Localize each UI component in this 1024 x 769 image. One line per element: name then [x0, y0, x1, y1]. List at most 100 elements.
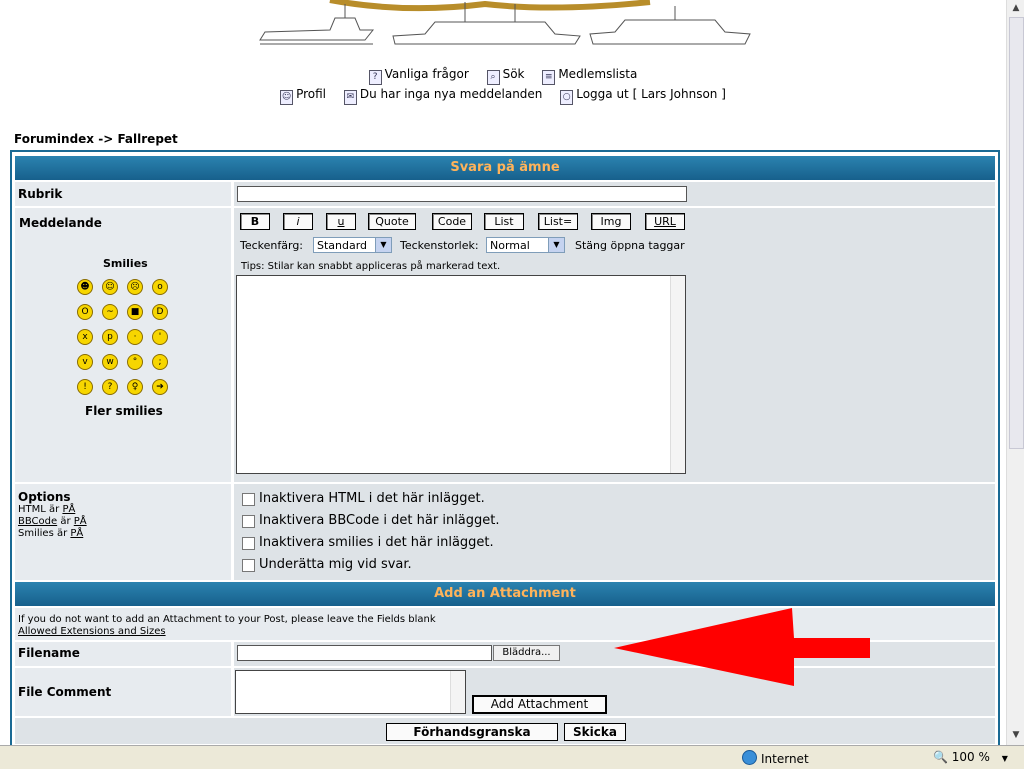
smiley-crying-icon[interactable]: '	[152, 329, 168, 345]
preview-button[interactable]: Förhandsgranska	[386, 723, 558, 741]
disable-bbcode-checkbox[interactable]	[242, 515, 255, 528]
smiley-razz-icon[interactable]: p	[102, 329, 118, 345]
attachment-info: If you do not want to add an Attachment …	[18, 614, 436, 638]
filename-label-cell: Filename	[15, 642, 231, 666]
underline-button[interactable]: u	[326, 213, 356, 230]
file-comment-label: File Comment	[18, 685, 112, 699]
inbox-icon: ✉	[343, 90, 357, 105]
zoom-control[interactable]: 🔍 100 % ▼	[933, 750, 1008, 764]
smilies-label: Smilies	[103, 257, 148, 270]
options-checkboxes-cell: Inaktivera HTML i det här inlägget. Inak…	[234, 484, 995, 580]
font-color-label: Teckenfärg:	[240, 239, 304, 252]
smiley-big-grin-icon[interactable]: ☻	[77, 279, 93, 295]
message-label-cell: Meddelande Smilies ☻ ☺ ☹ o O ~ ■ D x p ·…	[15, 208, 231, 482]
smiley-cool-icon[interactable]: ■	[127, 304, 143, 320]
breadcrumb-forum[interactable]: Fallrepet	[117, 132, 177, 146]
breadcrumb-forum-index[interactable]: Forumindex	[14, 132, 94, 146]
scroll-down-icon[interactable]: ▼	[1009, 728, 1023, 742]
smiley-question-icon[interactable]: ?	[102, 379, 118, 395]
smiley-wink-icon[interactable]: ;	[152, 354, 168, 370]
notify-reply-label: Underätta mig vid svar.	[259, 557, 412, 572]
img-button[interactable]: Img	[591, 213, 631, 230]
ordered-list-button[interactable]: List=	[538, 213, 578, 230]
file-comment-textarea[interactable]	[235, 670, 466, 714]
url-button[interactable]: URL	[645, 213, 685, 230]
message-label: Meddelande	[19, 216, 102, 230]
quote-button[interactable]: Quote	[368, 213, 416, 230]
red-arrow-annotation	[614, 608, 870, 686]
list-button[interactable]: List	[484, 213, 524, 230]
smiley-rolleyes-icon[interactable]: °	[127, 354, 143, 370]
font-color-select[interactable]: Standard ▼	[313, 237, 392, 253]
bold-button[interactable]: B	[240, 213, 270, 230]
disable-smilies-label: Inaktivera smilies i det här inlägget.	[259, 535, 494, 550]
bbcode-status: BBCode är PÅ	[18, 516, 87, 528]
html-status-link[interactable]: PÅ	[62, 504, 75, 515]
smiley-arrow-icon[interactable]: ➔	[152, 379, 168, 395]
notify-reply-checkbox[interactable]	[242, 559, 255, 572]
smiley-evil-icon[interactable]: v	[77, 354, 93, 370]
chevron-down-icon: ▼	[548, 238, 564, 252]
bbcode-status-link[interactable]: PÅ	[74, 516, 87, 527]
message-textarea[interactable]	[236, 275, 686, 474]
faq-label: Vanliga frågor	[384, 67, 469, 81]
add-attachment-button[interactable]: Add Attachment	[472, 695, 607, 714]
close-tags-link[interactable]: Stäng öppna taggar	[575, 239, 685, 252]
smiley-shocked-icon[interactable]: O	[77, 304, 93, 320]
subject-input[interactable]	[237, 186, 687, 202]
security-zone: Internet	[742, 750, 809, 766]
reply-heading: Svara på ämne	[15, 156, 995, 180]
allowed-extensions-link[interactable]: Allowed Extensions and Sizes	[18, 626, 166, 637]
smiley-mad-icon[interactable]: x	[77, 329, 93, 345]
smiley-smile-icon[interactable]: ☺	[102, 279, 118, 295]
filename-input[interactable]	[237, 645, 492, 661]
submit-row: Förhandsgranska Skicka	[15, 718, 995, 744]
memberlist-link[interactable]: ≡ Medlemslista	[542, 67, 637, 85]
smiley-laughing-icon[interactable]: D	[152, 304, 168, 320]
private-messages-label: Du har inga nya meddelanden	[359, 87, 543, 101]
smilies-status-link[interactable]: PÅ	[70, 528, 83, 539]
comment-scrollbar[interactable]	[450, 671, 465, 713]
private-messages-link[interactable]: ✉ Du har inga nya meddelanden	[343, 87, 543, 105]
faq-link[interactable]: ? Vanliga frågor	[368, 67, 469, 85]
smilies-status-label: Smilies är	[18, 528, 71, 539]
smiley-sad-icon[interactable]: ☹	[127, 279, 143, 295]
smiley-exclaim-icon[interactable]: !	[77, 379, 93, 395]
smiley-idea-icon[interactable]: ♀	[127, 379, 143, 395]
top-nav-row-1: ? Vanliga frågor ⌕ Sök ≡ Medlemslista	[0, 67, 1006, 85]
smiley-confused-icon[interactable]: ~	[102, 304, 118, 320]
smiley-surprised-icon[interactable]: o	[152, 279, 168, 295]
smiley-twisted-icon[interactable]: w	[102, 354, 118, 370]
search-label: Sök	[502, 67, 525, 81]
message-row: Meddelande Smilies ☻ ☺ ☹ o O ~ ■ D x p ·…	[15, 208, 995, 482]
code-button[interactable]: Code	[432, 213, 472, 230]
file-comment-label-cell: File Comment	[15, 668, 231, 716]
search-link[interactable]: ⌕ Sök	[486, 67, 525, 85]
disable-html-checkbox[interactable]	[242, 493, 255, 506]
zone-label: Internet	[761, 752, 809, 766]
textarea-scrollbar[interactable]	[670, 276, 685, 473]
window-scrollbar[interactable]: ▲ ▼	[1006, 0, 1024, 745]
browse-button[interactable]: Bläddra...	[493, 645, 560, 661]
memberlist-icon: ≡	[542, 70, 556, 85]
submit-button[interactable]: Skicka	[564, 723, 626, 741]
forum-banner-image	[259, 0, 751, 45]
options-status: HTML är PÅ BBCode är PÅ Smilies är PÅ	[18, 504, 87, 540]
bbcode-link[interactable]: BBCode	[18, 516, 57, 527]
options-label-cell: Options HTML är PÅ BBCode är PÅ Smilies …	[15, 484, 231, 580]
italic-button[interactable]: i	[283, 213, 313, 230]
breadcrumb-separator: ->	[94, 132, 118, 146]
breadcrumb: Forumindex -> Fallrepet	[14, 132, 178, 146]
smiley-embarrassed-icon[interactable]: ·	[127, 329, 143, 345]
font-size-select[interactable]: Normal ▼	[486, 237, 565, 253]
options-row: Options HTML är PÅ BBCode är PÅ Smilies …	[15, 484, 995, 580]
profile-link[interactable]: ☺ Profil	[280, 87, 326, 105]
scrollbar-thumb[interactable]	[1009, 17, 1024, 449]
html-status: HTML är PÅ	[18, 504, 87, 516]
profile-icon: ☺	[280, 90, 294, 105]
subject-row: Rubrik	[15, 182, 995, 206]
disable-smilies-checkbox[interactable]	[242, 537, 255, 550]
logout-link[interactable]: ○ Logga ut [ Lars Johnson ]	[560, 87, 726, 105]
more-smilies-link[interactable]: Fler smilies	[85, 404, 163, 418]
scroll-up-icon[interactable]: ▲	[1009, 1, 1023, 15]
